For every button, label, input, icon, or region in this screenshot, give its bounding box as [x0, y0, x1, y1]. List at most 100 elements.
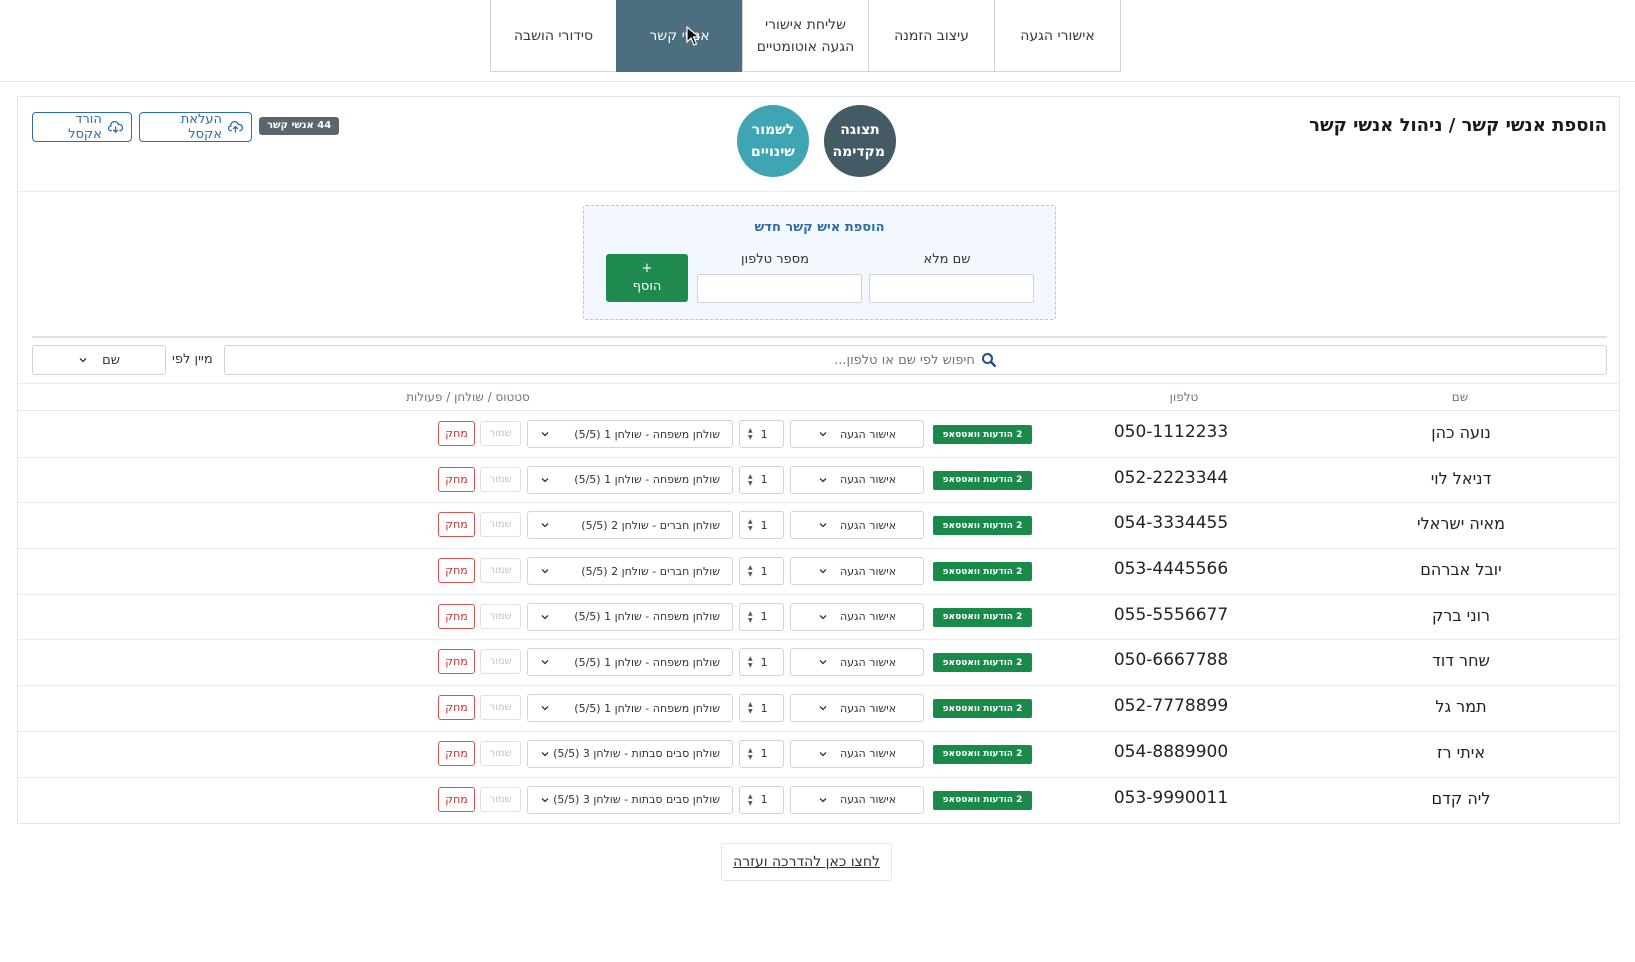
chevron-down-icon [540, 566, 550, 576]
chevron-down-icon [540, 703, 550, 713]
preview-button[interactable]: תצוגה מקדימה [824, 105, 896, 177]
table-assign-select[interactable]: שולחן משפחה - שולחן 1 (5/5) [527, 465, 733, 494]
delete-row-button[interactable]: מחק [438, 558, 475, 584]
chevron-down-icon [540, 749, 550, 759]
contact-phone: 053-9990011 [1113, 787, 1229, 808]
save-changes-button[interactable]: לשמור שינויים [737, 105, 809, 177]
whatsapp-count-badge: 2 הודעות וואטסאפ [933, 425, 1032, 444]
tab-rsvp[interactable]: אישורי הגעה [994, 0, 1121, 72]
whatsapp-count-badge: 2 הודעות וואטסאפ [933, 562, 1032, 582]
tab-auto-rsvp[interactable]: שליחת אישורי הגעה אוטומטיים [742, 0, 869, 72]
delete-row-button[interactable]: מחק [438, 786, 475, 812]
tab-contacts[interactable]: אנשי קשר [616, 0, 743, 72]
save-row-button[interactable]: שמור [480, 603, 521, 629]
status-select[interactable]: אישור הגעה [790, 602, 924, 631]
guest-count-value: 1 [760, 518, 768, 532]
delete-row-button[interactable]: מחק [438, 740, 475, 766]
upload-excel-label: העלאת אקסל [180, 112, 223, 142]
contact-phone: 053-4445566 [1113, 559, 1229, 580]
status-select[interactable]: אישור הגעה [790, 465, 924, 494]
chevron-down-icon [540, 795, 550, 805]
guest-count-stepper[interactable]: ▲ ▼ 1 [739, 739, 784, 768]
tab-invitation-design[interactable]: עיצוב הזמנה [868, 0, 995, 72]
status-select[interactable]: אישור הגעה [790, 511, 924, 540]
stepper-arrows-icon[interactable]: ▲ ▼ [748, 793, 753, 807]
delete-row-button[interactable]: מחק [438, 603, 475, 629]
chevron-down-icon [818, 795, 828, 805]
column-header-status: סטטוס / שולחן / פעולות [406, 390, 530, 404]
delete-row-button[interactable]: מחק [438, 695, 475, 721]
save-row-button[interactable]: שמור [480, 512, 521, 538]
search-input[interactable]: חיפוש לפי שם או טלפון... [224, 345, 1607, 375]
table-assign-select[interactable]: שולחן משפחה - שולחן 1 (5/5) [527, 694, 733, 723]
guest-count-stepper[interactable]: ▲ ▼ 1 [739, 785, 784, 814]
save-row-button[interactable]: שמור [480, 558, 521, 584]
status-select[interactable]: אישור הגעה [790, 739, 924, 768]
table-assign-select[interactable]: שולחן סבים סבתות - שולחן 3 (5/5) [527, 785, 733, 814]
full-name-input[interactable] [869, 274, 1034, 303]
contact-name: יובל אברהם [1420, 560, 1502, 580]
chevron-down-icon [540, 657, 550, 667]
delete-row-button[interactable]: מחק [438, 466, 475, 492]
table-assign-select[interactable]: שולחן חברים - שולחן 2 (5/5) [527, 557, 733, 586]
delete-row-button[interactable]: מחק [438, 512, 475, 538]
chevron-down-icon [818, 429, 828, 439]
contact-phone: 052-7778899 [1113, 696, 1229, 717]
guest-count-stepper[interactable]: ▲ ▼ 1 [739, 465, 784, 494]
table-row: נועה כהן 050-1112233 2 הודעות וואטסאפ אי… [18, 412, 1619, 458]
status-value: אישור הגעה [839, 610, 897, 624]
download-excel-button[interactable]: הורד אקסל [32, 112, 132, 142]
stepper-arrows-icon[interactable]: ▲ ▼ [748, 473, 753, 487]
table-row: איתי רז 054-8889900 2 הודעות וואטסאפ איש… [18, 732, 1619, 778]
status-value: אישור הגעה [839, 701, 897, 715]
save-row-button[interactable]: שמור [480, 421, 521, 446]
guest-count-stepper[interactable]: ▲ ▼ 1 [739, 511, 784, 540]
status-select[interactable]: אישור הגעה [790, 420, 924, 448]
stepper-arrows-icon[interactable]: ▲ ▼ [748, 518, 753, 532]
table-assign-select[interactable]: שולחן משפחה - שולחן 1 (5/5) [527, 648, 733, 677]
save-row-button[interactable]: שמור [480, 649, 521, 675]
stepper-arrows-icon[interactable]: ▲ ▼ [748, 655, 753, 669]
table-assign-select[interactable]: שולחן חברים - שולחן 2 (5/5) [527, 511, 733, 540]
whatsapp-count-badge: 2 הודעות וואטסאפ [933, 516, 1032, 536]
divider [32, 336, 1607, 338]
table-assign-select[interactable]: שולחן סבים סבתות - שולחן 3 (5/5) [527, 739, 733, 768]
help-link[interactable]: לחצו כאן להדרכה ועזרה [721, 843, 892, 881]
status-select[interactable]: אישור הגעה [790, 694, 924, 723]
phone-input[interactable] [697, 274, 862, 303]
stepper-arrows-icon[interactable]: ▲ ▼ [748, 564, 753, 578]
save-row-button[interactable]: שמור [480, 466, 521, 492]
status-select[interactable]: אישור הגעה [790, 557, 924, 586]
save-row-button[interactable]: שמור [480, 786, 521, 812]
add-contact-button[interactable]: + הוסף [606, 254, 688, 302]
guest-count-stepper[interactable]: ▲ ▼ 1 [739, 648, 784, 677]
guest-count-stepper[interactable]: ▲ ▼ 1 [739, 420, 784, 448]
sort-select[interactable]: שם [32, 345, 166, 375]
table-row: רוני ברק 055-5556677 2 הודעות וואטסאפ אי… [18, 595, 1619, 641]
tab-seating[interactable]: סידורי הושבה [490, 0, 617, 72]
table-assign-value: שולחן סבים סבתות - שולחן 3 (5/5) [553, 747, 720, 761]
guest-count-value: 1 [760, 610, 768, 624]
full-name-label: שם מלא [923, 252, 971, 267]
status-value: אישור הגעה [839, 427, 897, 441]
stepper-arrows-icon[interactable]: ▲ ▼ [748, 427, 753, 441]
table-assign-select[interactable]: שולחן משפחה - שולחן 1 (5/5) [527, 602, 733, 631]
stepper-arrows-icon[interactable]: ▲ ▼ [748, 747, 753, 761]
search-icon [981, 353, 997, 368]
status-select[interactable]: אישור הגעה [790, 785, 924, 814]
stepper-arrows-icon[interactable]: ▲ ▼ [748, 701, 753, 715]
save-row-button[interactable]: שמור [480, 695, 521, 721]
guest-count-stepper[interactable]: ▲ ▼ 1 [739, 694, 784, 723]
status-select[interactable]: אישור הגעה [790, 648, 924, 677]
stepper-arrows-icon[interactable]: ▲ ▼ [748, 610, 753, 624]
guest-count-stepper[interactable]: ▲ ▼ 1 [739, 602, 784, 631]
guest-count-value: 1 [760, 793, 768, 806]
delete-row-button[interactable]: מחק [438, 649, 475, 675]
save-row-button[interactable]: שמור [480, 740, 521, 766]
panel-header: הוספת אנשי קשר / ניהול אנשי קשר תצוגה מק… [18, 97, 1619, 192]
table-assign-select[interactable]: שולחן משפחה - שולחן 1 (5/5) [527, 420, 733, 448]
status-value: אישור הגעה [839, 793, 897, 806]
delete-row-button[interactable]: מחק [438, 421, 475, 446]
guest-count-stepper[interactable]: ▲ ▼ 1 [739, 557, 784, 586]
upload-excel-button[interactable]: העלאת אקסל [139, 112, 252, 142]
